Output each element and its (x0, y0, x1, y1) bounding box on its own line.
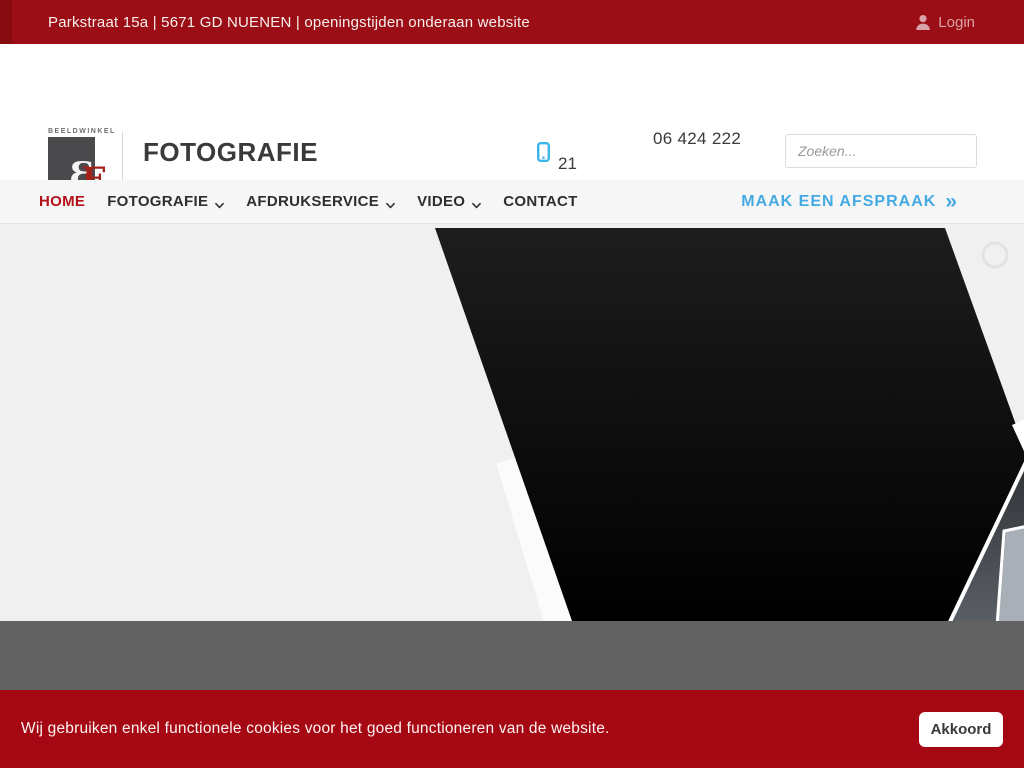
gray-section-band (0, 621, 1024, 690)
login-label: Login (938, 14, 975, 31)
appointment-cta[interactable]: MAAK EEN AFSPRAAK » (741, 180, 958, 224)
cookie-banner: Wij gebruiken enkel functionele cookies … (0, 690, 1024, 768)
logo-top-text: BEELDWINKEL (48, 128, 102, 135)
main-nav: HOME FOTOGRAFIE AFDRUKSERVICE VIDEO CONT… (0, 180, 1024, 224)
phone-suffix: 21 (558, 154, 577, 174)
phone-block: 21 (537, 142, 550, 167)
topbar-left-strip (0, 0, 12, 44)
nav-item-video[interactable]: VIDEO (417, 193, 481, 210)
login-link[interactable]: Login (915, 0, 975, 44)
double-chevron-right-icon: » (945, 191, 958, 212)
site-title: FOTOGRAFIE (143, 137, 318, 168)
address-text: Parkstraat 15a | 5671 GD NUENEN | openin… (48, 14, 530, 31)
phone-number: 06 424 222 (653, 129, 741, 149)
nav-label: VIDEO (417, 193, 465, 210)
nav-item-fotografie[interactable]: FOTOGRAFIE (107, 193, 224, 210)
nav-label: HOME (39, 193, 85, 210)
nav-label: CONTACT (503, 193, 577, 210)
user-icon (915, 14, 931, 31)
nav-item-home[interactable]: HOME (39, 193, 85, 210)
header: BEELDWINKEL Ǝ Ɛ VERHALLEN FOTOGRAFIE 21 … (0, 44, 1024, 180)
hero-slider (0, 224, 1024, 621)
chevron-down-icon (472, 197, 481, 206)
nav-label: AFDRUKSERVICE (246, 193, 379, 210)
hero-image (0, 224, 1024, 621)
chevron-down-icon (215, 197, 224, 206)
nav-item-contact[interactable]: CONTACT (503, 193, 577, 210)
cookie-accept-button[interactable]: Akkoord (919, 712, 1003, 747)
cta-label: MAAK EEN AFSPRAAK (741, 193, 936, 211)
topbar: Parkstraat 15a | 5671 GD NUENEN | openin… (0, 0, 1024, 44)
chevron-down-icon (386, 197, 395, 206)
search-input[interactable] (785, 134, 977, 168)
nav-label: FOTOGRAFIE (107, 193, 208, 210)
smartphone-icon (537, 142, 550, 162)
cookie-message: Wij gebruiken enkel functionele cookies … (21, 720, 919, 738)
nav-item-afdrukservice[interactable]: AFDRUKSERVICE (246, 193, 395, 210)
